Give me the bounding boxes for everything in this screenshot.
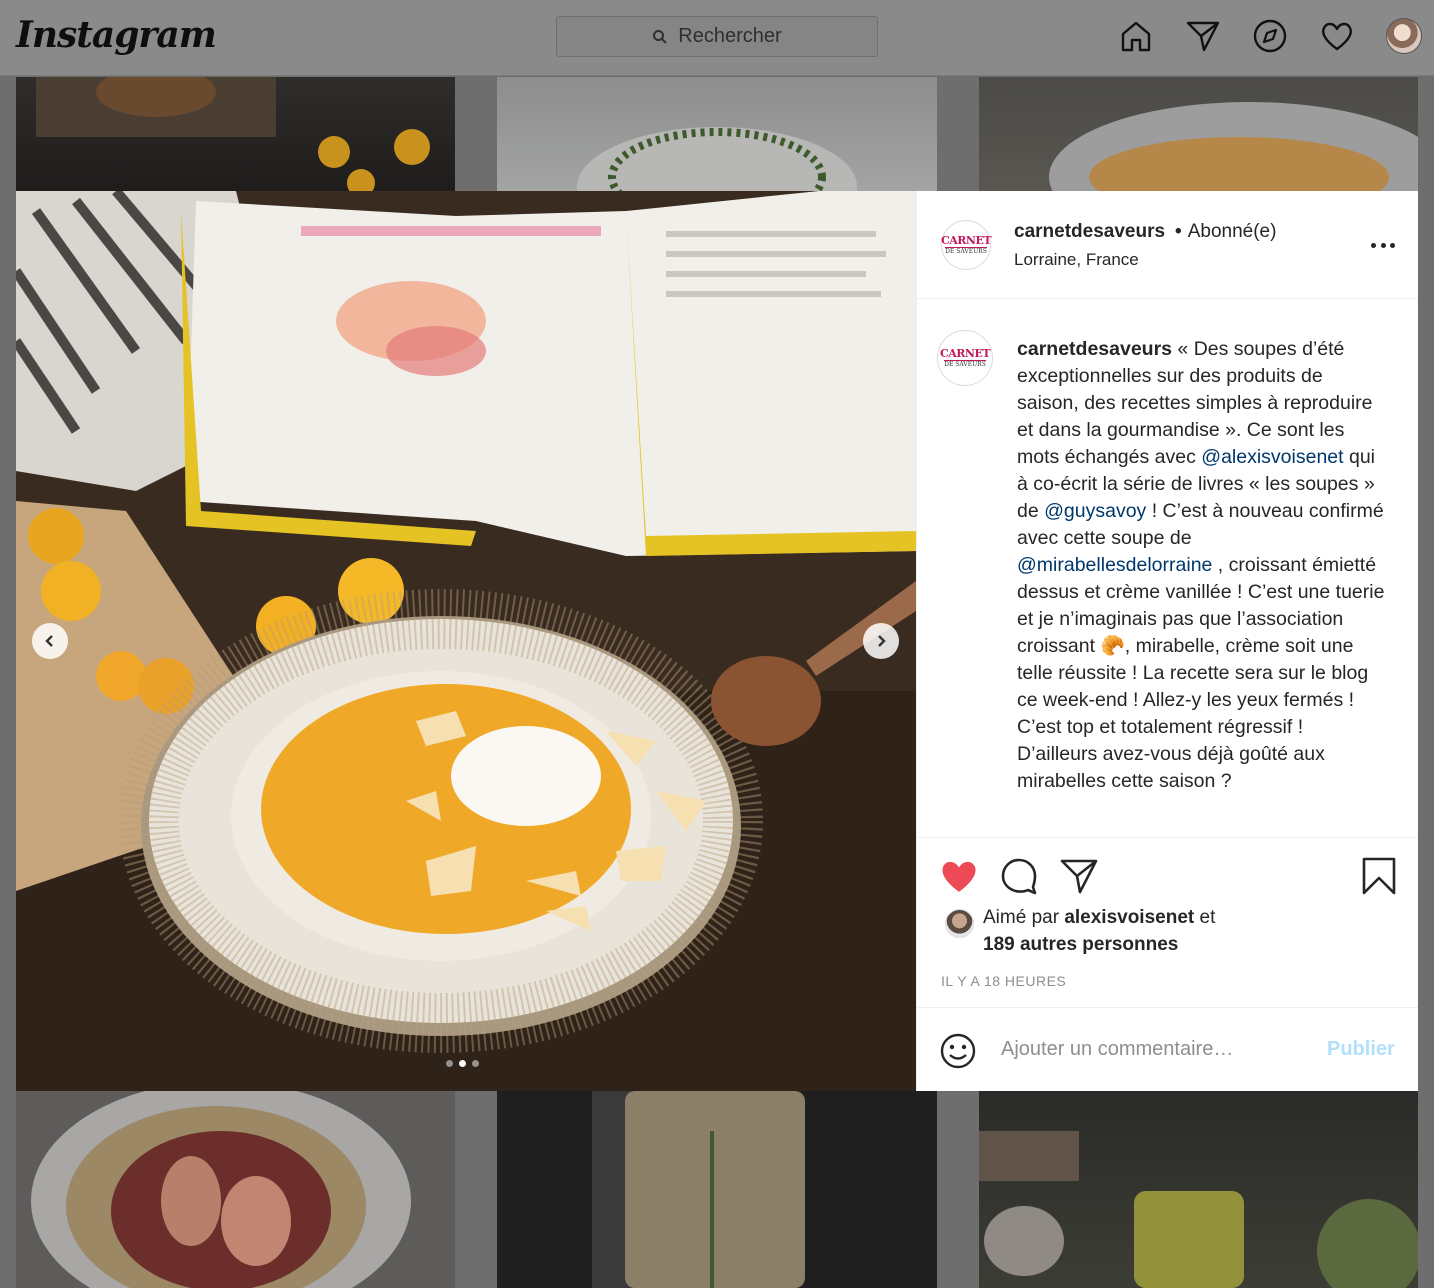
chevron-left-icon	[45, 635, 53, 647]
more-options-button[interactable]	[1371, 233, 1395, 257]
share-button[interactable]	[1059, 856, 1099, 896]
grid-thumbnail[interactable]	[979, 77, 1418, 191]
search-input[interactable]: Rechercher	[556, 16, 878, 57]
avatar-logo-subtext: DE SAVEURS	[944, 360, 986, 368]
search-icon	[653, 29, 668, 44]
post-side-panel: CARNET DE SAVEURS carnetdesaveurs • Abonné…	[916, 191, 1418, 1091]
avatar-logo-text: CARNET	[940, 234, 992, 247]
more-dot	[1371, 242, 1376, 248]
author-avatar[interactable]: CARNET DE SAVEURS	[940, 220, 992, 270]
activity-heart-icon[interactable]	[1319, 18, 1355, 54]
other-likers-link[interactable]: 189 autres personnes	[983, 934, 1178, 955]
grid-thumbnail[interactable]	[497, 1091, 937, 1288]
mention-link[interactable]: @guysavoy	[1044, 500, 1146, 522]
post-modal: CARNET DE SAVEURS carnetdesaveurs • Abonné…	[16, 191, 1418, 1091]
save-button[interactable]	[1359, 856, 1399, 896]
home-icon[interactable]	[1118, 18, 1154, 54]
carousel-dot-active	[459, 1060, 466, 1067]
heart-filled-icon	[942, 861, 976, 892]
carousel-next-button[interactable]	[863, 623, 899, 659]
author-username[interactable]: carnetdesaveurs	[1014, 221, 1165, 242]
nav-icons	[1118, 18, 1422, 54]
likes-prefix: Aimé par	[983, 907, 1065, 928]
comment-box: Ajouter un commentaire… Publier	[917, 1008, 1418, 1091]
grid-thumbnail[interactable]	[497, 77, 937, 191]
more-dot	[1390, 242, 1395, 248]
bookmark-icon	[1362, 857, 1396, 895]
direct-icon[interactable]	[1185, 18, 1221, 54]
post-caption: CARNET DE SAVEURS carnetdesaveurs « Des …	[917, 300, 1418, 838]
caption-segment: , mirabelle, crème soit une telle réussi…	[1017, 635, 1369, 792]
publish-button[interactable]: Publier	[1327, 1038, 1395, 1061]
top-nav: Instagram Rechercher	[0, 0, 1434, 76]
grid-thumbnail[interactable]	[16, 1091, 455, 1288]
search-placeholder: Rechercher	[678, 25, 782, 47]
comment-input[interactable]: Ajouter un commentaire…	[1001, 1038, 1233, 1061]
avatar-logo-subtext: DE SAVEURS	[945, 247, 987, 255]
comment-icon	[1001, 858, 1037, 895]
post-photo[interactable]	[16, 191, 916, 1091]
more-dot	[1380, 242, 1386, 248]
comment-button[interactable]	[999, 856, 1039, 896]
post-author-line: carnetdesaveurs • Abonné(e)	[1014, 221, 1277, 242]
likes-middle: et	[1194, 907, 1216, 928]
likes-summary: Aimé par alexisvoisenet et 189 autres pe…	[983, 904, 1215, 958]
grid-thumbnail[interactable]	[979, 1091, 1418, 1288]
share-plane-icon	[1060, 859, 1098, 894]
chevron-right-icon	[878, 635, 886, 647]
post-timestamp[interactable]: IL Y A 18 HEURES	[941, 973, 1066, 989]
first-liker-link[interactable]: alexisvoisenet	[1064, 907, 1194, 928]
profile-avatar[interactable]	[1386, 18, 1422, 54]
post-actions: Aimé par alexisvoisenet et 189 autres pe…	[917, 838, 1418, 1008]
carousel-prev-button[interactable]	[32, 623, 68, 659]
mention-link[interactable]: @mirabellesdelorraine	[1017, 554, 1212, 576]
liker-avatar[interactable]	[945, 909, 974, 938]
caption-avatar[interactable]: CARNET DE SAVEURS	[937, 330, 993, 386]
instagram-logo[interactable]: Instagram	[16, 14, 217, 56]
caption-username[interactable]: carnetdesaveurs	[1017, 338, 1172, 360]
mention-link[interactable]: @alexisvoisenet	[1201, 446, 1343, 468]
post-location[interactable]: Lorraine, France	[1014, 250, 1139, 270]
like-button[interactable]	[939, 856, 979, 896]
carousel-dot	[472, 1060, 479, 1067]
follow-status-button[interactable]: Abonné(e)	[1188, 221, 1277, 242]
soup-photo-illustration	[16, 191, 916, 1091]
croissant-emoji: 🥐	[1100, 635, 1125, 657]
post-header: CARNET DE SAVEURS carnetdesaveurs • Abonné…	[917, 191, 1418, 299]
caption-text: carnetdesaveurs « Des soupes d’été excep…	[1017, 336, 1387, 795]
grid-thumbnail[interactable]	[16, 77, 455, 191]
avatar-logo-text: CARNET	[939, 347, 991, 360]
carousel-indicator	[446, 1060, 479, 1067]
emoji-icon[interactable]	[939, 1032, 977, 1070]
explore-icon[interactable]	[1252, 18, 1288, 54]
carousel-dot	[446, 1060, 453, 1067]
